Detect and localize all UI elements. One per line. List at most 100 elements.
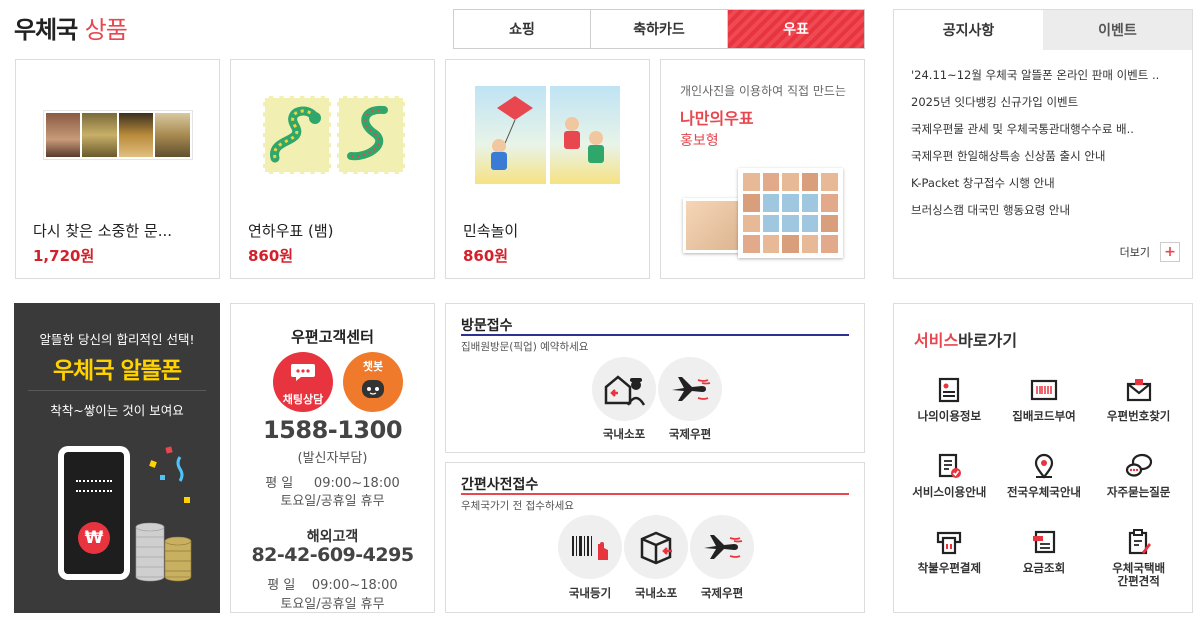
service-label: 우체국택배 간편견적 <box>1112 561 1166 588</box>
overseas-weekday-hours: 평 일 09:00~18:00 <box>267 578 398 593</box>
chat-consult-button[interactable]: 채팅상담 <box>273 352 333 412</box>
airplane-icon <box>704 535 743 559</box>
visit-item-international[interactable]: 국제우편 <box>655 426 725 442</box>
overseas-weekend-hours: 토요일/공휴일 휴무 <box>280 597 385 612</box>
courier-house-icon <box>604 375 646 406</box>
user-info-icon <box>939 377 960 403</box>
location-pin-icon <box>1034 453 1054 479</box>
service-label: 나의이용정보 <box>917 409 982 423</box>
notice-item[interactable]: 2025년 잇다뱅킹 신규가입 이벤트 <box>911 94 1175 121</box>
tab-stamp[interactable]: 우표 <box>728 10 864 48</box>
product-card[interactable]: 다시 찾은 소중한 문... 1,720원 <box>15 59 220 279</box>
service-shortcuts-panel: 서비스바로가기 나의이용정보 집배코드부여 우편번호찾기 서비스이용안내 전국우… <box>893 303 1193 613</box>
service-label: 자주묻는질문 <box>1106 485 1171 499</box>
notice-item[interactable]: 국제우편물 관세 및 우체국통관대행수수료 배.. <box>911 121 1175 148</box>
overseas-title: 해외고객 <box>306 529 359 545</box>
more-label[interactable]: 더보기 <box>1120 244 1150 260</box>
product-image[interactable] <box>231 60 434 210</box>
service-zipcode-search[interactable]: 우편번호찾기 <box>1091 376 1186 440</box>
simple-item-international[interactable]: 국제우편 <box>687 585 757 601</box>
chat-icon <box>291 364 315 381</box>
service-usage-guide[interactable]: 서비스이용안내 <box>902 452 997 516</box>
domestic-parcel-visit-button[interactable] <box>592 357 656 421</box>
service-post-office-locator[interactable]: 전국우체국안내 <box>997 452 1092 516</box>
service-label: 착불우편결제 <box>917 561 982 575</box>
product-price: 860원 <box>248 247 294 265</box>
airplane-icon <box>672 377 711 401</box>
service-delivery-code[interactable]: 집배코드부여 <box>997 376 1092 440</box>
service-label: 요금조회 <box>1022 561 1066 575</box>
visit-divider <box>461 334 849 336</box>
won-icon: ₩ <box>78 522 110 554</box>
section-title: 우체국 상품 <box>14 10 128 45</box>
customer-center: 우편고객센터 채팅상담 챗봇 1588-1300 (발신자부담) 평 일 09:… <box>230 303 435 613</box>
plus-icon[interactable]: + <box>1160 242 1180 262</box>
ad-divider <box>28 390 206 391</box>
envelope-icon <box>1126 379 1151 402</box>
ad-tagline: 알뜰한 당신의 합리적인 선택! <box>39 332 195 347</box>
service-faq[interactable]: 자주묻는질문 <box>1091 452 1186 516</box>
visit-subtitle: 집배원방문(픽업) 예약하세요 <box>461 341 589 353</box>
domestic-registered-button[interactable] <box>558 515 622 579</box>
simple-subtitle: 우체국가기 전 접수하세요 <box>461 500 574 512</box>
product-card[interactable]: 민속놀이 860원 <box>445 59 650 279</box>
tab-greeting-card[interactable]: 축하카드 <box>591 10 728 48</box>
product-image[interactable] <box>16 60 219 210</box>
simple-divider <box>461 493 849 495</box>
product-name: 다시 찾은 소중한 문... <box>33 222 173 240</box>
tab-notice[interactable]: 공지사항 <box>894 10 1043 50</box>
tab-shopping[interactable]: 쇼핑 <box>454 10 591 48</box>
chat-bubbles-icon <box>1125 453 1152 477</box>
service-fee-inquiry[interactable]: 요금조회 <box>997 528 1092 592</box>
weekday-hours: 평 일 09:00~18:00 <box>265 476 400 491</box>
service-label: 우편번호찾기 <box>1106 409 1171 423</box>
product-name: 민속놀이 <box>463 222 519 240</box>
promo-title: 나만의우표 <box>680 109 754 128</box>
notice-tabs: 공지사항 이벤트 <box>894 10 1192 50</box>
barcode-icon <box>1030 379 1058 401</box>
ad-subtitle: 착착~쌓이는 것이 보여요 <box>50 403 184 418</box>
guide-icon <box>939 453 962 478</box>
notice-list: '24.11~12월 우체국 알뜰폰 온라인 판매 이벤트 .. 2025년 잇… <box>894 50 1192 229</box>
visit-reception-panel: 방문접수 집배원방문(픽업) 예약하세요 국내소포 국제우편 <box>445 303 865 453</box>
section-title-highlight: 상품 <box>84 16 128 44</box>
promo-subtitle: 홍보형 <box>680 133 719 149</box>
product-image[interactable] <box>446 60 649 210</box>
service-my-info[interactable]: 나의이용정보 <box>902 376 997 440</box>
notice-item[interactable]: '24.11~12월 우체국 알뜰폰 온라인 판매 이벤트 .. <box>911 67 1175 94</box>
service-parcel-quote[interactable]: 우체국택배 간편견적 <box>1091 528 1186 592</box>
section-title-main: 우체국 <box>14 16 78 44</box>
service-cod-payment[interactable]: 착불우편결제 <box>902 528 997 592</box>
visit-item-domestic-parcel[interactable]: 국내소포 <box>589 426 659 442</box>
phone-illustration: ₩ <box>58 446 130 580</box>
notice-panel: 공지사항 이벤트 '24.11~12월 우체국 알뜰폰 온라인 판매 이벤트 .… <box>893 9 1193 279</box>
notice-item[interactable]: 국제우편 한일해상특송 신상품 출시 안내 <box>911 148 1175 175</box>
customer-center-title: 우편고객센터 <box>291 328 374 346</box>
payment-terminal-icon <box>937 531 962 555</box>
stamp-image <box>475 86 620 184</box>
overseas-phone: 82-42-609-4295 <box>251 544 414 566</box>
simple-item-domestic-parcel[interactable]: 국내소포 <box>621 585 691 601</box>
weekend-hours: 토요일/공휴일 휴무 <box>280 494 385 509</box>
product-price: 860원 <box>463 247 509 265</box>
budget-phone-ad[interactable]: 알뜰한 당신의 합리적인 선택! 우체국 알뜰폰 착착~쌓이는 것이 보여요 ₩ <box>14 303 220 613</box>
service-label: 전국우체국안내 <box>1006 485 1082 499</box>
product-price: 1,720원 <box>33 247 95 265</box>
phone-note: (발신자부담) <box>297 451 368 466</box>
product-card[interactable]: 연하우표 (뱀) 860원 <box>230 59 435 279</box>
customer-phone: 1588-1300 <box>262 416 403 444</box>
receipt-icon <box>1032 530 1056 554</box>
notice-item[interactable]: K-Packet 창구접수 시행 안내 <box>911 175 1175 202</box>
tab-event[interactable]: 이벤트 <box>1043 10 1192 50</box>
simple-item-domestic-registered[interactable]: 국내등기 <box>555 585 625 601</box>
visit-title: 방문접수 <box>461 318 513 334</box>
service-label: 서비스이용안내 <box>912 485 987 499</box>
more-link: 더보기 + <box>1120 242 1180 262</box>
international-simple-button[interactable] <box>690 515 754 579</box>
domestic-parcel-simple-button[interactable] <box>624 515 688 579</box>
chatbot-button[interactable]: 챗봇 <box>343 352 403 412</box>
international-visit-button[interactable] <box>658 357 722 421</box>
notice-item[interactable]: 브러싱스캠 대국민 행동요령 안내 <box>911 202 1175 229</box>
my-stamp-promo[interactable]: 개인사진을 이용하여 직접 만드는 나만의우표 홍보형 <box>660 59 865 279</box>
simple-reception-panel: 간편사전접수 우체국가기 전 접수하세요 국내등기 국내소포 국제우편 <box>445 462 865 613</box>
